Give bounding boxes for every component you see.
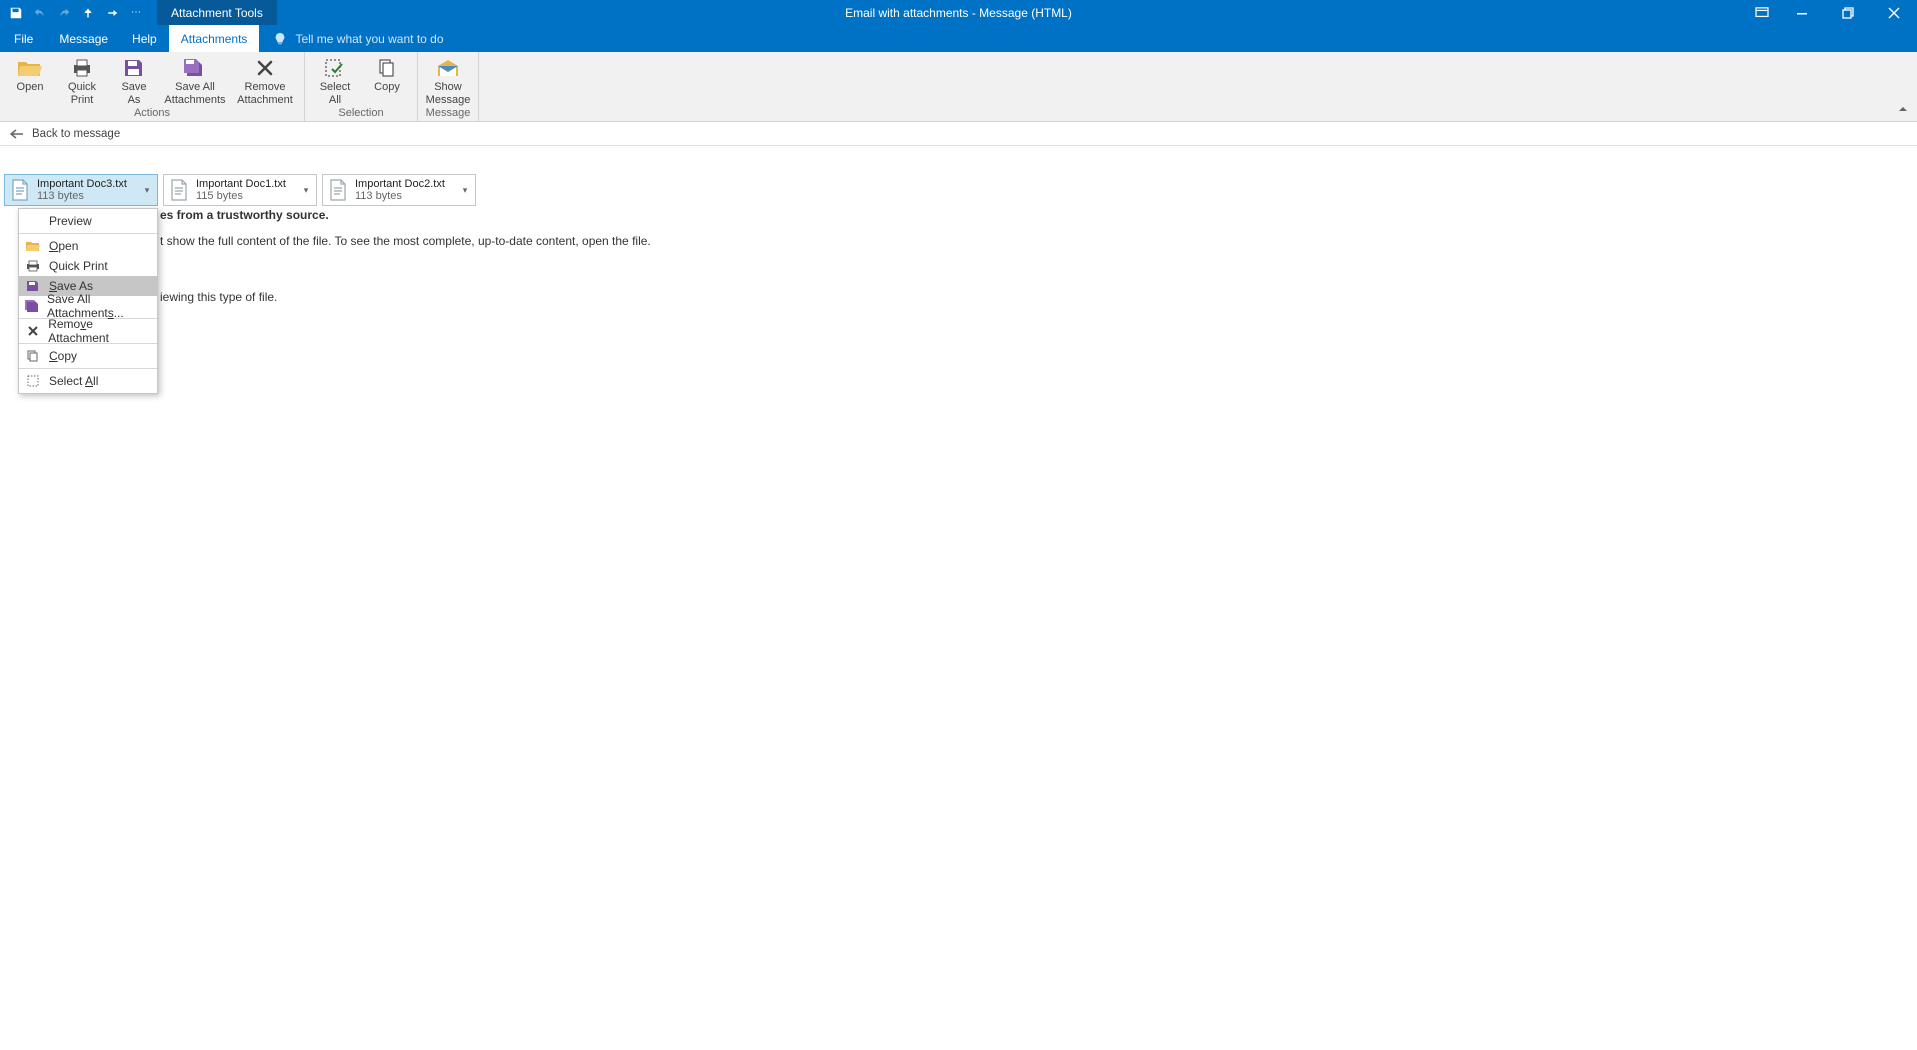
save-all-attachments-button[interactable]: Save All Attachments (160, 52, 230, 107)
window-title: Email with attachments - Message (HTML) (0, 6, 1917, 20)
text-file-icon (168, 177, 190, 203)
attachment-dropdown-icon[interactable]: ▾ (300, 185, 312, 196)
attachment-filename: Important Doc2.txt (355, 178, 453, 190)
attachment-card[interactable]: Important Doc2.txt 113 bytes ▾ (322, 174, 476, 206)
menu-item-select-all[interactable]: Select All (19, 371, 157, 391)
maximize-button[interactable] (1825, 0, 1871, 25)
contextual-tab-attachment-tools[interactable]: Attachment Tools (157, 0, 277, 25)
ribbon: Open Quick Print Save As Save All Attach… (0, 52, 1917, 122)
save-as-icon (25, 278, 41, 294)
quick-print-button[interactable]: Quick Print (56, 52, 108, 107)
title-bar: ⋯ Attachment Tools Email with attachment… (0, 0, 1917, 25)
save-all-icon (179, 55, 211, 81)
copy-button[interactable]: Copy (361, 52, 413, 107)
tab-help[interactable]: Help (120, 25, 169, 52)
folder-open-icon (25, 238, 41, 254)
show-message-button[interactable]: Show Message (422, 52, 474, 107)
printer-icon (25, 258, 41, 274)
copy-icon (371, 55, 403, 81)
ribbon-group-selection: Select All Copy Selection (305, 52, 418, 121)
redo-icon[interactable] (53, 2, 75, 24)
attachment-card[interactable]: Important Doc3.txt 113 bytes ▾ (4, 174, 158, 206)
attachment-dropdown-icon[interactable]: ▾ (141, 185, 153, 196)
save-as-icon (118, 55, 150, 81)
window-controls (1745, 0, 1917, 25)
envelope-open-icon (432, 55, 464, 81)
quick-access-toolbar: ⋯ (0, 0, 147, 25)
copy-icon (25, 348, 41, 364)
remove-icon (25, 323, 40, 339)
attachment-size: 115 bytes (196, 190, 294, 202)
group-label-message: Message (426, 107, 471, 121)
tab-file[interactable]: File (0, 25, 47, 52)
group-label-selection: Selection (338, 107, 383, 121)
menu-item-save-all[interactable]: Save All Attachments... (19, 296, 157, 316)
minimize-button[interactable] (1779, 0, 1825, 25)
folder-open-icon (14, 55, 46, 81)
attachment-filename: Important Doc1.txt (196, 178, 294, 190)
tell-me-search[interactable]: Tell me what you want to do (259, 25, 457, 52)
attachment-context-menu: Preview Open Quick Print Save As Save A (18, 208, 158, 394)
attachment-list: Important Doc3.txt 113 bytes ▾ Important… (4, 174, 1907, 206)
ribbon-group-actions: Open Quick Print Save As Save All Attach… (0, 52, 305, 121)
right-arrow-icon[interactable] (101, 2, 123, 24)
save-all-icon (25, 298, 39, 314)
menu-item-remove[interactable]: Remove Attachment (19, 321, 157, 341)
remove-icon (249, 55, 281, 81)
text-file-icon (327, 177, 349, 203)
attachment-card[interactable]: Important Doc1.txt 115 bytes ▾ (163, 174, 317, 206)
attachment-size: 113 bytes (355, 190, 453, 202)
menu-item-quick-print[interactable]: Quick Print (19, 256, 157, 276)
attachment-dropdown-icon[interactable]: ▾ (459, 185, 471, 196)
menu-item-copy[interactable]: Copy (19, 346, 157, 366)
open-button[interactable]: Open (4, 52, 56, 107)
attachment-preview-area: Important Doc3.txt 113 bytes ▾ Important… (0, 146, 1917, 216)
qat-customize-icon[interactable]: ⋯ (125, 2, 147, 24)
up-arrow-icon[interactable] (77, 2, 99, 24)
printer-icon (66, 55, 98, 81)
save-icon[interactable] (5, 2, 27, 24)
ribbon-tabs: File Message Help Attachments Tell me wh… (0, 25, 1917, 52)
remove-attachment-button[interactable]: Remove Attachment (230, 52, 300, 107)
select-all-icon (25, 373, 41, 389)
attachment-filename: Important Doc3.txt (37, 178, 135, 190)
menu-separator (19, 233, 157, 234)
ribbon-group-message: Show Message Message (418, 52, 479, 121)
group-label-actions: Actions (134, 107, 170, 121)
text-file-icon (9, 177, 31, 203)
attachment-size: 113 bytes (37, 190, 135, 202)
tab-attachments[interactable]: Attachments (169, 25, 260, 52)
save-as-button[interactable]: Save As (108, 52, 160, 107)
tab-message[interactable]: Message (47, 25, 120, 52)
select-all-icon (319, 55, 351, 81)
back-to-message-bar[interactable]: Back to message (0, 122, 1917, 146)
collapse-ribbon-button[interactable] (1895, 101, 1911, 117)
menu-item-preview[interactable]: Preview (19, 211, 157, 231)
display-mode-icon[interactable] (1745, 0, 1779, 25)
select-all-button[interactable]: Select All (309, 52, 361, 107)
preview-warning-text: es from a trustworthy source. t show the… (12, 206, 1897, 314)
menu-item-open[interactable]: Open (19, 236, 157, 256)
close-button[interactable] (1871, 0, 1917, 25)
undo-icon[interactable] (29, 2, 51, 24)
blank-icon (25, 213, 41, 229)
tell-me-label: Tell me what you want to do (295, 32, 443, 46)
menu-separator (19, 368, 157, 369)
back-to-message-label: Back to message (32, 128, 120, 140)
